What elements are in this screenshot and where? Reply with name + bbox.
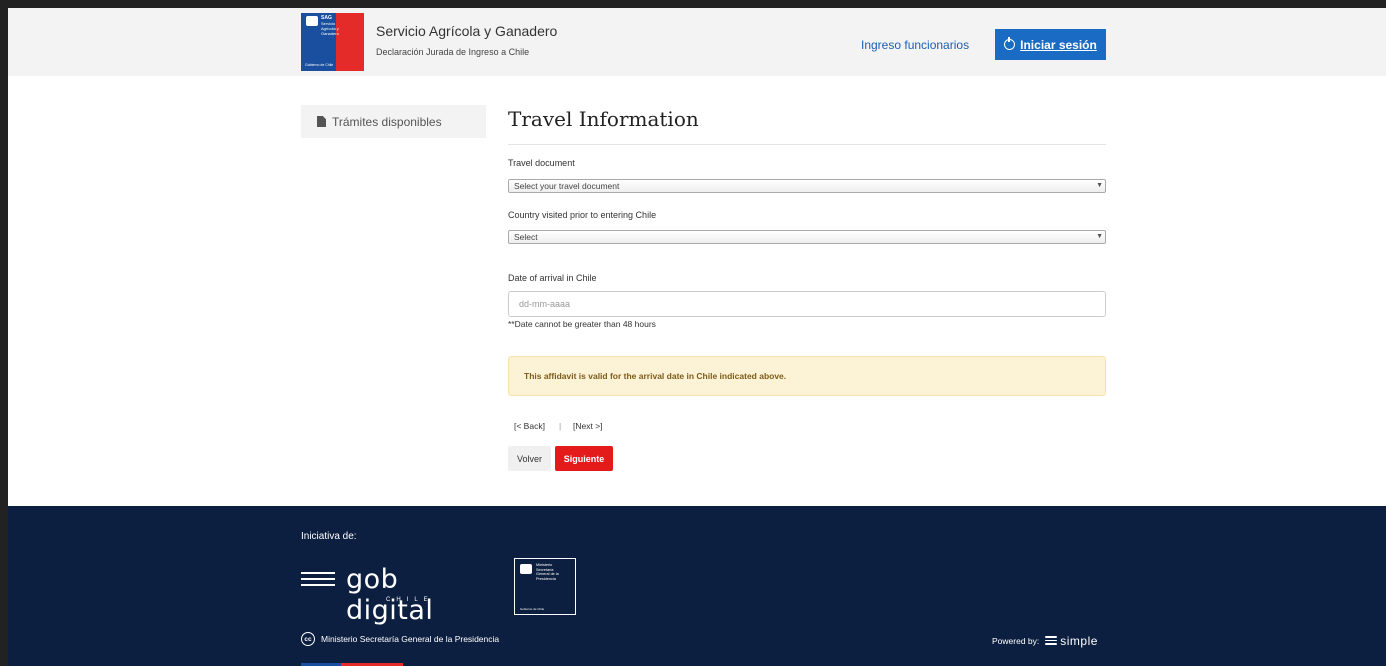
gob-digital-lines-icon [301, 572, 335, 592]
site-subtitle: Declaración Jurada de Ingreso a Chile [376, 47, 530, 57]
arrival-date-help: **Date cannot be greater than 48 hours [508, 319, 656, 329]
powered-by[interactable]: Powered by: simple [992, 634, 1098, 648]
dropdown-arrow-icon: ▼ [1096, 182, 1103, 189]
initiative-label: Iniciativa de: [301, 531, 357, 542]
arrival-date-input[interactable]: dd-mm-aaaa [508, 291, 1106, 317]
staff-login-link[interactable]: Ingreso funcionarios [861, 38, 969, 52]
simple-brand: simple [1060, 634, 1098, 648]
gob-digital-logo[interactable]: gob digital CHILE [301, 564, 491, 626]
dropdown-arrow-icon: ▼ [1096, 233, 1103, 240]
site-title[interactable]: Servicio Agrícola y Ganadero [376, 23, 557, 39]
ministry-name: Ministerio Secretaría General de la Pres… [321, 634, 500, 644]
next-button[interactable]: Siguiente [555, 446, 613, 471]
ministry-credit: cc Ministerio Secretaría General de la P… [301, 632, 499, 646]
sidebar-item-label: Trámites disponibles [332, 114, 442, 129]
travel-document-select[interactable]: Select your travel document ▼ [508, 179, 1106, 193]
document-icon [317, 116, 326, 127]
simple-logo-icon [1045, 636, 1058, 646]
gob-digital-country: CHILE [386, 597, 434, 603]
ministry-logo[interactable]: Ministerio Secretaría General de la Pres… [514, 558, 576, 615]
sidebar-item-tramites[interactable]: Trámites disponibles [301, 105, 486, 138]
creative-commons-icon: cc [301, 632, 315, 646]
logo-gobierno-text: Gobierno de Chile [305, 63, 334, 67]
site-footer: Iniciativa de: gob digital CHILE Ministe… [8, 506, 1386, 666]
browser-viewport: SAG Servicio Agrícola y Ganadero Gobiern… [8, 8, 1386, 666]
title-divider [508, 144, 1106, 145]
pager-back-link[interactable]: [< Back] [514, 421, 545, 431]
country-visited-value: Select [514, 232, 538, 242]
country-visited-label: Country visited prior to entering Chile [508, 210, 657, 220]
site-header: SAG Servicio Agrícola y Ganadero Gobiern… [8, 8, 1386, 76]
sag-logo[interactable]: SAG Servicio Agrícola y Ganadero Gobiern… [301, 13, 364, 71]
country-visited-select[interactable]: Select ▼ [508, 230, 1106, 244]
login-button[interactable]: Iniciar sesión [995, 29, 1106, 60]
page-title: Travel Information [508, 107, 699, 131]
login-button-label: Iniciar sesión [1020, 37, 1097, 52]
back-button[interactable]: Volver [508, 446, 551, 471]
power-icon [1004, 37, 1016, 50]
powered-by-label: Powered by: [992, 636, 1040, 646]
chile-seal-icon [306, 16, 318, 26]
pager-next-link[interactable]: [Next >] [573, 421, 603, 431]
info-alert: This affidavit is valid for the arrival … [508, 356, 1106, 396]
arrival-date-label: Date of arrival in Chile [508, 273, 597, 283]
travel-document-label: Travel document [508, 158, 575, 168]
travel-document-value: Select your travel document [514, 181, 620, 191]
chile-seal-icon [520, 564, 532, 574]
pager-separator: | [559, 421, 562, 431]
gob-digital-word: gob digital [346, 564, 434, 626]
